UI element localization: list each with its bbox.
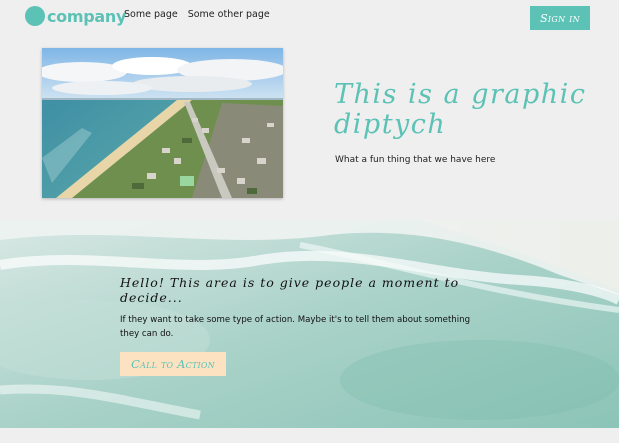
sign-in-button[interactable]: Sign in (530, 6, 590, 30)
main-nav: Some page Some other page (124, 9, 270, 20)
aerial-coastline-image (42, 48, 283, 198)
site-header: company Some page Some other page Sign i… (0, 0, 619, 32)
teal-circle-icon (25, 6, 45, 26)
logo[interactable]: company (25, 6, 126, 26)
callout-title: Hello! This area is to give people a mom… (120, 275, 460, 305)
nav-link-some-page[interactable]: Some page (124, 9, 178, 20)
diptych-subtitle: What a fun thing that we have here (335, 155, 496, 165)
call-to-action-button[interactable]: Call to Action (120, 352, 226, 376)
diptych-title: This is a graphic diptych (334, 79, 587, 140)
beach-callout-section: Hello! This area is to give people a mom… (0, 220, 619, 428)
logo-text: company (47, 6, 127, 26)
nav-link-some-other-page[interactable]: Some other page (188, 9, 270, 20)
callout-body: If they want to take some type of action… (120, 315, 471, 339)
callout-content: Hello! This area is to give people a mom… (120, 275, 490, 376)
